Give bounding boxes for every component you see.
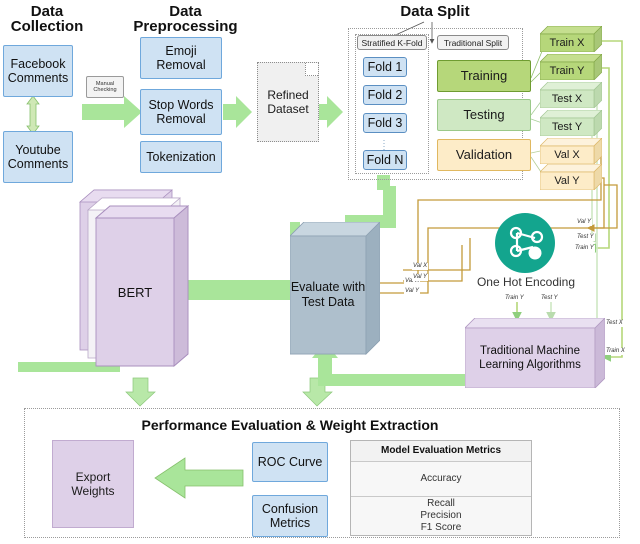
emoji-removal-box: Emoji Removal [140,37,222,79]
fold-3-box: Fold 3 [363,113,407,133]
heading-line-1: Data [169,3,202,20]
roc-curve-box: ROC Curve [252,442,328,482]
metric-recall: Recall [427,498,455,509]
evaluate-with-test-data-box: Evaluate with Test Data [290,222,380,356]
heading-line-1: Data [30,3,64,20]
traditional-split-label: Traditional Split [437,35,509,50]
val-x-label: Val X [554,149,580,161]
metrics-row-secondary: Recall Precision F1 Score [351,497,531,535]
val-y-label: Val Y [554,175,580,187]
youtube-line-1: Youtube [15,143,61,157]
one-hot-encoding-label: One Hot Encoding [476,275,576,289]
metric-precision: Precision [420,510,462,521]
evaluate-line-1: Evaluate with [290,280,366,294]
youtube-line-2: Comments [7,157,69,171]
metrics-table-header: Model Evaluation Metrics [351,441,531,462]
facebook-line-2: Comments [7,71,69,85]
edge-label-left-val-x: Val X [412,263,429,270]
metrics-row-accuracy: Accuracy [351,462,531,497]
heading-line-2: Preprocessing [133,18,238,35]
confusion-line-1: Confusion [261,502,319,516]
edge-label-eval-val-y: Val Y [404,288,421,295]
model-evaluation-metrics-table: Model Evaluation Metrics Accuracy Recall… [350,440,532,536]
bert-model-stack: BERT [72,188,202,378]
test-y-label: Test Y [551,121,583,133]
manual-checking-line-2: Checking [93,87,117,93]
emoji-line-1: Emoji [165,44,197,58]
edge-label-ohe-in-test-y: Test Y [576,234,595,241]
test-x-label: Test X [551,93,583,105]
edge-label-tml-train-x: Train X [605,348,626,355]
export-line-1: Export [75,470,111,484]
test-x-slab: Test X [540,82,602,108]
one-hot-encoding-icon [495,213,555,273]
export-line-2: Weights [71,484,115,498]
test-y-slab: Test Y [540,110,602,136]
val-y-slab: Val Y [540,164,602,190]
traditional-ml-box: Traditional Machine Learning Algorithms [465,318,605,388]
edge-label-ohe-out-test-y: Test Y [540,295,559,302]
stopwords-line-1: Stop Words [148,98,214,112]
confusion-line-2: Metrics [269,516,311,530]
train-x-slab: Train X [540,26,602,52]
training-box: Training [437,60,531,92]
train-x-label: Train X [549,37,585,49]
heading-data-collection: Data Collection [2,4,92,34]
youtube-comments-box: Youtube Comments [3,131,73,183]
refined-line-2: Dataset [267,102,309,116]
val-x-slab: Val X [540,138,602,164]
fold-n-box: Fold N [363,150,407,170]
heading-data-split: Data Split [400,3,470,20]
train-y-slab: Train Y [540,54,602,80]
tokenization-box: Tokenization [140,141,222,173]
diagram-canvas: Data Collection Data Preprocessing Data … [0,0,640,544]
edge-label-ohe-in-val-y: Val Y [576,219,593,226]
validation-box: Validation [437,139,531,171]
stratified-kfold-label: Stratified K-Fold [357,35,427,50]
traditional-ml-line-1: Traditional Machine [480,345,580,357]
evaluate-label: Evaluate with Test Data [290,236,366,354]
performance-panel-title: Performance Evaluation & Weight Extracti… [141,417,439,433]
evaluate-line-2: Test Data [301,295,355,309]
manual-checking-label: Manual Checking [86,76,124,98]
export-weights-box: Export Weights [52,440,134,528]
refined-dataset-document: Refined Dataset [257,62,319,142]
facebook-line-1: Facebook [10,57,66,71]
heading-data-preprocessing: Data Preprocessing [103,4,268,34]
tokenization-label: Tokenization [146,150,216,164]
stopwords-line-2: Removal [156,112,206,126]
confusion-metrics-box: Confusion Metrics [252,495,328,537]
train-y-label: Train Y [549,65,585,77]
bert-label: BERT [117,284,153,300]
metric-f1-score: F1 Score [420,522,462,533]
edge-label-ohe-out-train-y: Train Y [504,295,525,302]
traditional-ml-label: Traditional Machine Learning Algorithms [465,328,595,388]
fold-2-box: Fold 2 [363,85,407,105]
stop-words-removal-box: Stop Words Removal [140,89,222,135]
edge-label-ohe-in-train-y: Train Y [574,245,595,252]
traditional-ml-line-2: Learning Algorithms [479,359,581,371]
heading-line-2: Collection [10,18,84,35]
facebook-comments-box: Facebook Comments [3,45,73,97]
emoji-line-2: Removal [156,58,206,72]
refined-line-1: Refined [267,88,309,102]
edge-label-tml-test-x: Test X [605,320,624,327]
edge-label-left-val-y: Val Y [412,274,429,281]
fold-1-box: Fold 1 [363,57,407,77]
testing-box: Testing [437,99,531,131]
